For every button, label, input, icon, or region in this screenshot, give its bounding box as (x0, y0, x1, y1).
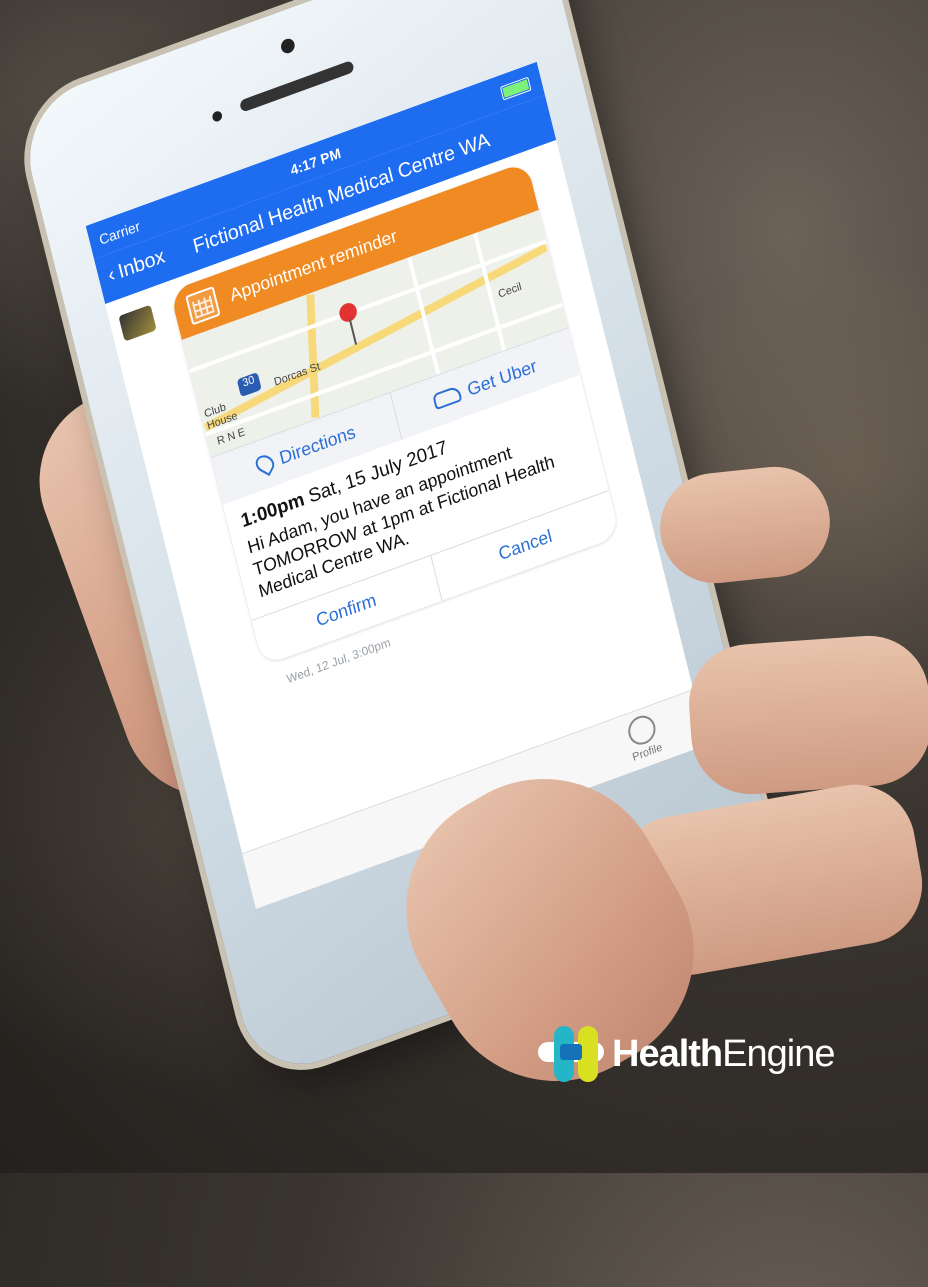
finger (685, 631, 928, 799)
back-label: Inbox (115, 245, 168, 284)
back-button[interactable]: ‹ Inbox (106, 245, 168, 288)
avatar (118, 304, 157, 342)
healthengine-logo-icon (538, 1026, 604, 1082)
brand-strong: Health (612, 1032, 723, 1075)
map-pin-icon (337, 300, 359, 325)
map-street-label: Cecil (497, 280, 523, 301)
map-road (306, 294, 320, 419)
location-pin-icon (252, 452, 278, 477)
brand-wordmark: HealthEngine (612, 1032, 835, 1076)
brand-rest: Engine (722, 1032, 835, 1075)
get-uber-label: Get Uber (465, 355, 539, 400)
chevron-left-icon: ‹ (105, 263, 118, 287)
highway-shield: 30 (236, 372, 262, 398)
brand-logo: HealthEngine (538, 1026, 835, 1082)
car-icon (431, 385, 463, 411)
calendar-icon (185, 285, 221, 326)
